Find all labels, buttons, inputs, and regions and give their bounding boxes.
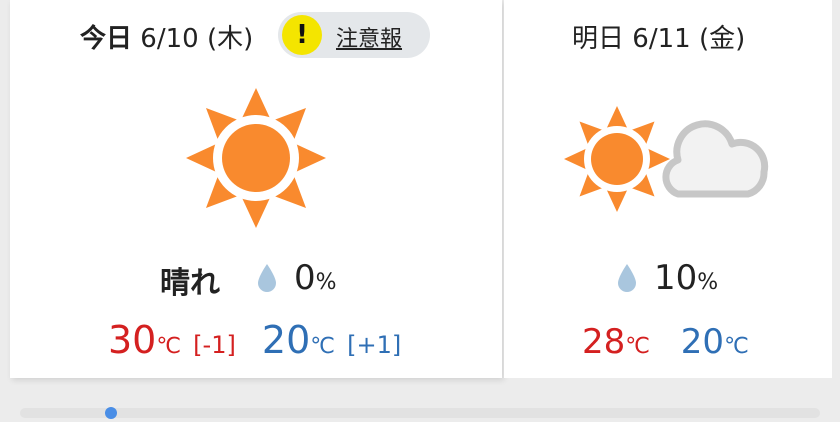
today-high-diff: [-1] xyxy=(193,331,236,359)
today-low-diff: [+1] xyxy=(347,331,402,359)
tomorrow-date-heading: 明日 6/11 (金) xyxy=(572,18,745,55)
today-temperatures: 30℃ [-1] 20℃ [+1] xyxy=(108,318,401,362)
today-precip-unit: % xyxy=(315,270,337,295)
today-condition: 晴れ xyxy=(160,266,220,301)
tomorrow-card[interactable]: 明日 6/11 (金) 10% 28℃ 20℃ xyxy=(504,0,832,378)
tomorrow-weekday: (金) xyxy=(698,24,746,54)
today-label: 今日 xyxy=(80,24,133,54)
weather-advisory-button[interactable]: ! 注意報 xyxy=(278,12,430,58)
advisory-label: 注意報 xyxy=(336,27,403,52)
tomorrow-high-temp: 28℃ xyxy=(582,322,661,362)
today-high-temp: 30℃ [-1] xyxy=(108,318,248,362)
sun-icon xyxy=(186,88,326,228)
tomorrow-date: 6/11 xyxy=(632,24,691,54)
tomorrow-precip: 10% xyxy=(654,258,718,298)
today-precip-value: 0 xyxy=(294,258,316,298)
horizontal-scroll-thumb[interactable] xyxy=(105,407,117,419)
tomorrow-precip-value: 10 xyxy=(654,258,698,298)
today-low-value: 20 xyxy=(261,318,311,362)
today-date: 6/10 xyxy=(140,24,199,54)
tomorrow-low-temp: 20℃ xyxy=(681,322,749,362)
raindrop-icon xyxy=(258,264,276,292)
sun-cloud-icon xyxy=(564,106,769,212)
today-low-temp: 20℃ [+1] xyxy=(262,318,401,362)
tomorrow-precip-unit: % xyxy=(697,270,719,295)
horizontal-scroll-track[interactable] xyxy=(20,408,820,418)
exclamation-icon: ! xyxy=(282,15,322,55)
tomorrow-temperatures: 28℃ 20℃ xyxy=(582,322,749,362)
today-precip: 0% xyxy=(294,258,337,298)
today-high-unit: ℃ xyxy=(156,334,182,359)
tomorrow-label: 明日 xyxy=(572,24,625,54)
tomorrow-low-value: 20 xyxy=(680,322,725,362)
today-card[interactable]: 今日 6/10 (木) ! 注意報 晴れ 0% 30℃ [-1] 20℃ [+1… xyxy=(10,0,502,378)
today-high-value: 30 xyxy=(108,318,157,362)
today-date-heading: 今日 6/10 (木) xyxy=(80,18,253,55)
tomorrow-high-value: 28 xyxy=(582,322,626,362)
tomorrow-low-unit: ℃ xyxy=(724,334,749,359)
today-low-unit: ℃ xyxy=(310,334,335,359)
raindrop-icon xyxy=(618,264,636,292)
today-weekday: (木) xyxy=(206,24,254,54)
tomorrow-high-unit: ℃ xyxy=(625,334,650,359)
